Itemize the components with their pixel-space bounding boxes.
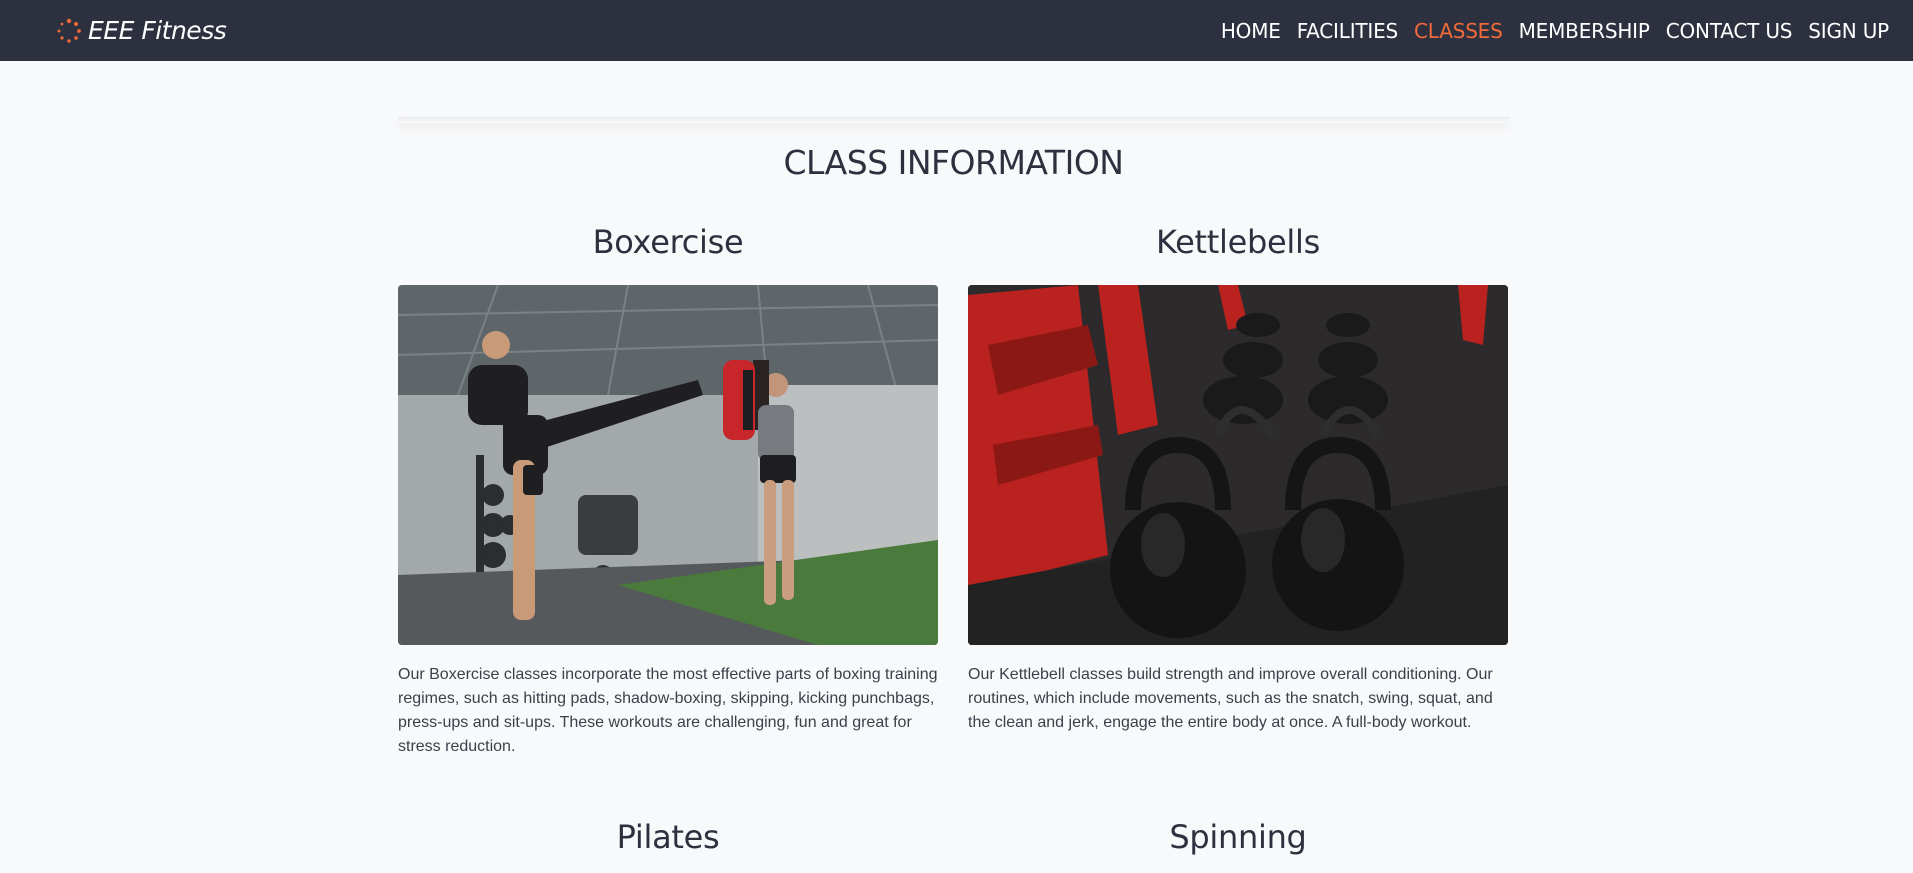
page-title: CLASS INFORMATION — [783, 143, 1124, 182]
class-title: Kettlebells — [1156, 223, 1320, 261]
nav-membership[interactable]: MEMBERSHIP — [1519, 17, 1650, 45]
spinner-dots-icon — [57, 18, 81, 43]
class-card-kettlebells: Kettlebells Our Kettlebell classes build… — [968, 223, 1508, 735]
nav-facilities[interactable]: FACILITIES — [1297, 17, 1399, 45]
boxercise-photo — [398, 285, 938, 645]
kettlebells-photo — [968, 285, 1508, 645]
class-description: Our Kettlebell classes build strength an… — [968, 666, 1493, 731]
divider — [398, 117, 1509, 123]
class-card-spinning: Spinning — [968, 818, 1508, 856]
nav-home[interactable]: HOME — [1221, 17, 1281, 45]
brand-name: EEE Fitness — [88, 16, 227, 45]
kettlebells-illustration — [968, 285, 1508, 645]
nav-classes[interactable]: CLASSES — [1414, 17, 1503, 45]
boxercise-illustration — [398, 285, 938, 645]
class-title: Spinning — [1169, 818, 1307, 856]
class-description: Our Boxercise classes incorporate the mo… — [398, 666, 938, 755]
nav-sign-up[interactable]: SIGN UP — [1808, 17, 1889, 45]
class-card-pilates: Pilates — [398, 818, 938, 856]
main-nav: HOME FACILITIES CLASSES MEMBERSHIP CONTA… — [1221, 0, 1889, 61]
class-title: Boxercise — [592, 223, 744, 261]
nav-contact-us[interactable]: CONTACT US — [1666, 17, 1793, 45]
class-card-boxercise: Boxercise Our Boxercise classes incorpor… — [398, 223, 938, 759]
brand-logo-link[interactable]: EEE Fitness — [56, 0, 227, 61]
navbar: EEE Fitness HOME FACILITIES CLASSES MEMB… — [0, 0, 1913, 61]
class-title: Pilates — [616, 818, 720, 856]
